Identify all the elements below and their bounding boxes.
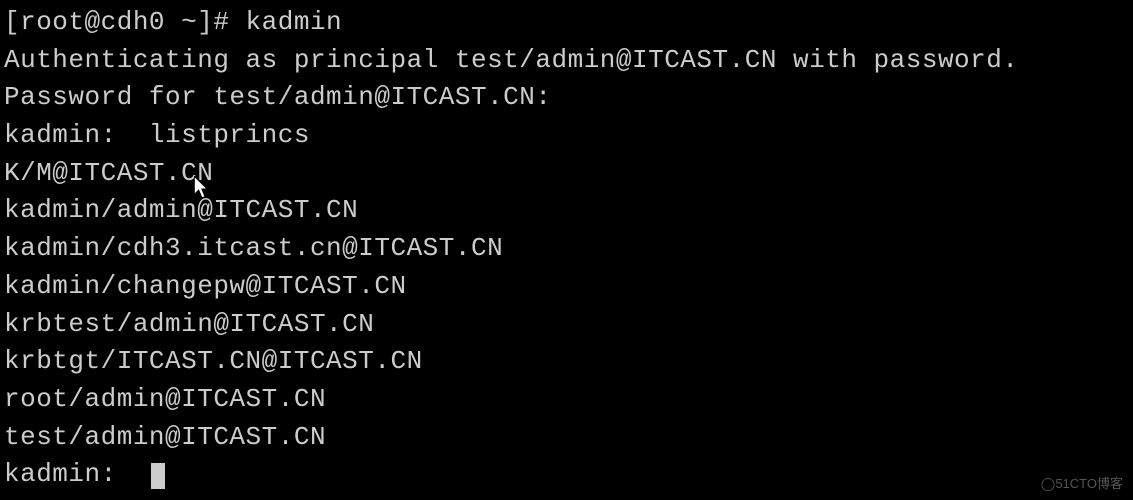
- principal-entry: root/admin@ITCAST.CN: [4, 381, 1129, 419]
- principal-entry: K/M@ITCAST.CN: [4, 155, 1129, 193]
- principal-entry: krbtest/admin@ITCAST.CN: [4, 306, 1129, 344]
- principal-entry: kadmin/cdh3.itcast.cn@ITCAST.CN: [4, 230, 1129, 268]
- watermark-logo-icon: ◯: [1041, 476, 1056, 491]
- terminal-cursor: [151, 463, 165, 489]
- password-prompt: Password for test/admin@ITCAST.CN:: [4, 79, 1129, 117]
- principal-entry: kadmin/admin@ITCAST.CN: [4, 192, 1129, 230]
- kadmin-prompt-text: kadmin:: [4, 459, 149, 489]
- kadmin-prompt[interactable]: kadmin:: [4, 456, 1129, 494]
- watermark-text: ◯51CTO博客: [1041, 475, 1123, 494]
- principal-entry: test/admin@ITCAST.CN: [4, 419, 1129, 457]
- auth-message: Authenticating as principal test/admin@I…: [4, 42, 1129, 80]
- shell-prompt-line: [root@cdh0 ~]# kadmin: [4, 4, 1129, 42]
- kadmin-command-line: kadmin: listprincs: [4, 117, 1129, 155]
- principal-entry: krbtgt/ITCAST.CN@ITCAST.CN: [4, 343, 1129, 381]
- principal-entry: kadmin/changepw@ITCAST.CN: [4, 268, 1129, 306]
